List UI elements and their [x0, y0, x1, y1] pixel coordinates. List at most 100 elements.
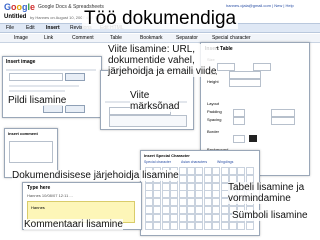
- character-cell[interactable]: [178, 167, 187, 175]
- character-cell[interactable]: [195, 190, 204, 199]
- character-cell[interactable]: [220, 206, 229, 214]
- rows-field[interactable]: [217, 63, 235, 71]
- link-list[interactable]: [109, 115, 187, 127]
- character-cell[interactable]: [187, 198, 195, 207]
- character-cell[interactable]: [195, 213, 204, 222]
- character-cell[interactable]: [212, 182, 221, 191]
- character-cell[interactable]: [203, 198, 212, 207]
- character-cell[interactable]: [161, 206, 170, 214]
- character-cell[interactable]: [170, 213, 179, 222]
- tab-special-character[interactable]: Special character: [144, 160, 171, 164]
- character-cell[interactable]: [161, 198, 170, 207]
- character-cell[interactable]: [187, 174, 195, 183]
- character-cell[interactable]: [161, 190, 170, 199]
- character-cell[interactable]: [145, 198, 153, 207]
- toolbar-link[interactable]: Link: [44, 35, 53, 41]
- character-cell[interactable]: [195, 174, 204, 183]
- character-cell[interactable]: [212, 174, 221, 183]
- character-cell[interactable]: [212, 167, 221, 175]
- character-cell[interactable]: [203, 182, 212, 191]
- menu-insert[interactable]: Insert: [46, 25, 60, 31]
- character-cell[interactable]: [153, 182, 162, 191]
- character-cell[interactable]: [187, 221, 195, 230]
- character-cell[interactable]: [170, 198, 179, 207]
- width-select[interactable]: [229, 71, 261, 79]
- align-select[interactable]: [271, 109, 295, 117]
- character-cell[interactable]: [187, 167, 195, 175]
- menu-edit[interactable]: Edit: [26, 25, 35, 31]
- character-cell[interactable]: [220, 213, 229, 222]
- height-select[interactable]: [229, 79, 261, 87]
- character-cell[interactable]: [229, 221, 237, 230]
- toolbar-bookmark[interactable]: Bookmark: [140, 35, 163, 41]
- character-cell[interactable]: [220, 167, 229, 175]
- character-cell[interactable]: [161, 182, 170, 191]
- character-cell[interactable]: [178, 206, 187, 214]
- border-field[interactable]: [233, 135, 245, 143]
- float-select[interactable]: [271, 117, 295, 125]
- character-cell[interactable]: [195, 167, 204, 175]
- comment-textarea[interactable]: [9, 141, 53, 163]
- character-cell[interactable]: [212, 221, 221, 230]
- comment-header[interactable]: Type here: [27, 185, 50, 191]
- browse-button[interactable]: [65, 73, 85, 81]
- character-cell[interactable]: [229, 167, 237, 175]
- character-cell[interactable]: [212, 198, 221, 207]
- character-cell[interactable]: [195, 221, 204, 230]
- cancel-button[interactable]: [65, 105, 85, 113]
- character-cell[interactable]: [212, 206, 221, 214]
- character-cell[interactable]: [153, 213, 162, 222]
- character-cell[interactable]: [203, 174, 212, 183]
- ok-button[interactable]: [43, 105, 63, 113]
- padding-field[interactable]: [233, 109, 245, 117]
- character-cell[interactable]: [178, 198, 187, 207]
- character-cell[interactable]: [161, 213, 170, 222]
- character-cell[interactable]: [203, 206, 212, 214]
- cols-field[interactable]: [253, 63, 271, 71]
- character-cell[interactable]: [237, 167, 246, 175]
- character-cell[interactable]: [178, 221, 187, 230]
- doc-title[interactable]: Untitled: [4, 14, 26, 20]
- character-cell[interactable]: [161, 221, 170, 230]
- character-cell[interactable]: [170, 221, 179, 230]
- toolbar-image[interactable]: Image: [14, 35, 28, 41]
- character-cell[interactable]: [178, 182, 187, 191]
- character-cell[interactable]: [145, 190, 153, 199]
- character-cell[interactable]: [212, 190, 221, 199]
- character-cell[interactable]: [178, 213, 187, 222]
- character-cell[interactable]: [237, 221, 246, 230]
- character-cell[interactable]: [195, 206, 204, 214]
- character-cell[interactable]: [153, 206, 162, 214]
- character-cell[interactable]: [203, 167, 212, 175]
- character-cell[interactable]: [145, 213, 153, 222]
- character-cell[interactable]: [170, 206, 179, 214]
- character-cell[interactable]: [187, 190, 195, 199]
- character-cell[interactable]: [187, 206, 195, 214]
- toolbar-special-character[interactable]: Special character: [212, 35, 251, 41]
- character-cell[interactable]: [145, 206, 153, 214]
- toolbar-comment[interactable]: Comment: [72, 35, 94, 41]
- character-cell[interactable]: [187, 213, 195, 222]
- character-cell[interactable]: [220, 221, 229, 230]
- tab-asian-characters[interactable]: Asian characters: [181, 160, 207, 164]
- border-color-swatch[interactable]: [249, 135, 257, 142]
- tab-wingdings[interactable]: Wingdings: [217, 160, 233, 164]
- character-cell[interactable]: [153, 198, 162, 207]
- character-cell[interactable]: [145, 221, 153, 230]
- character-cell[interactable]: [187, 182, 195, 191]
- character-cell[interactable]: [212, 213, 221, 222]
- toolbar-table[interactable]: Table: [110, 35, 122, 41]
- character-cell[interactable]: [195, 198, 204, 207]
- character-cell[interactable]: [203, 190, 212, 199]
- character-cell[interactable]: [245, 167, 254, 175]
- character-cell[interactable]: [203, 213, 212, 222]
- character-cell[interactable]: [178, 174, 187, 183]
- spacing-field[interactable]: [233, 117, 245, 125]
- character-cell[interactable]: [153, 190, 162, 199]
- character-cell[interactable]: [178, 190, 187, 199]
- character-cell[interactable]: [245, 221, 254, 230]
- character-cell[interactable]: [170, 190, 179, 199]
- toolbar-separator[interactable]: Separator: [176, 35, 198, 41]
- character-cell[interactable]: [170, 182, 179, 191]
- character-cell[interactable]: [153, 221, 162, 230]
